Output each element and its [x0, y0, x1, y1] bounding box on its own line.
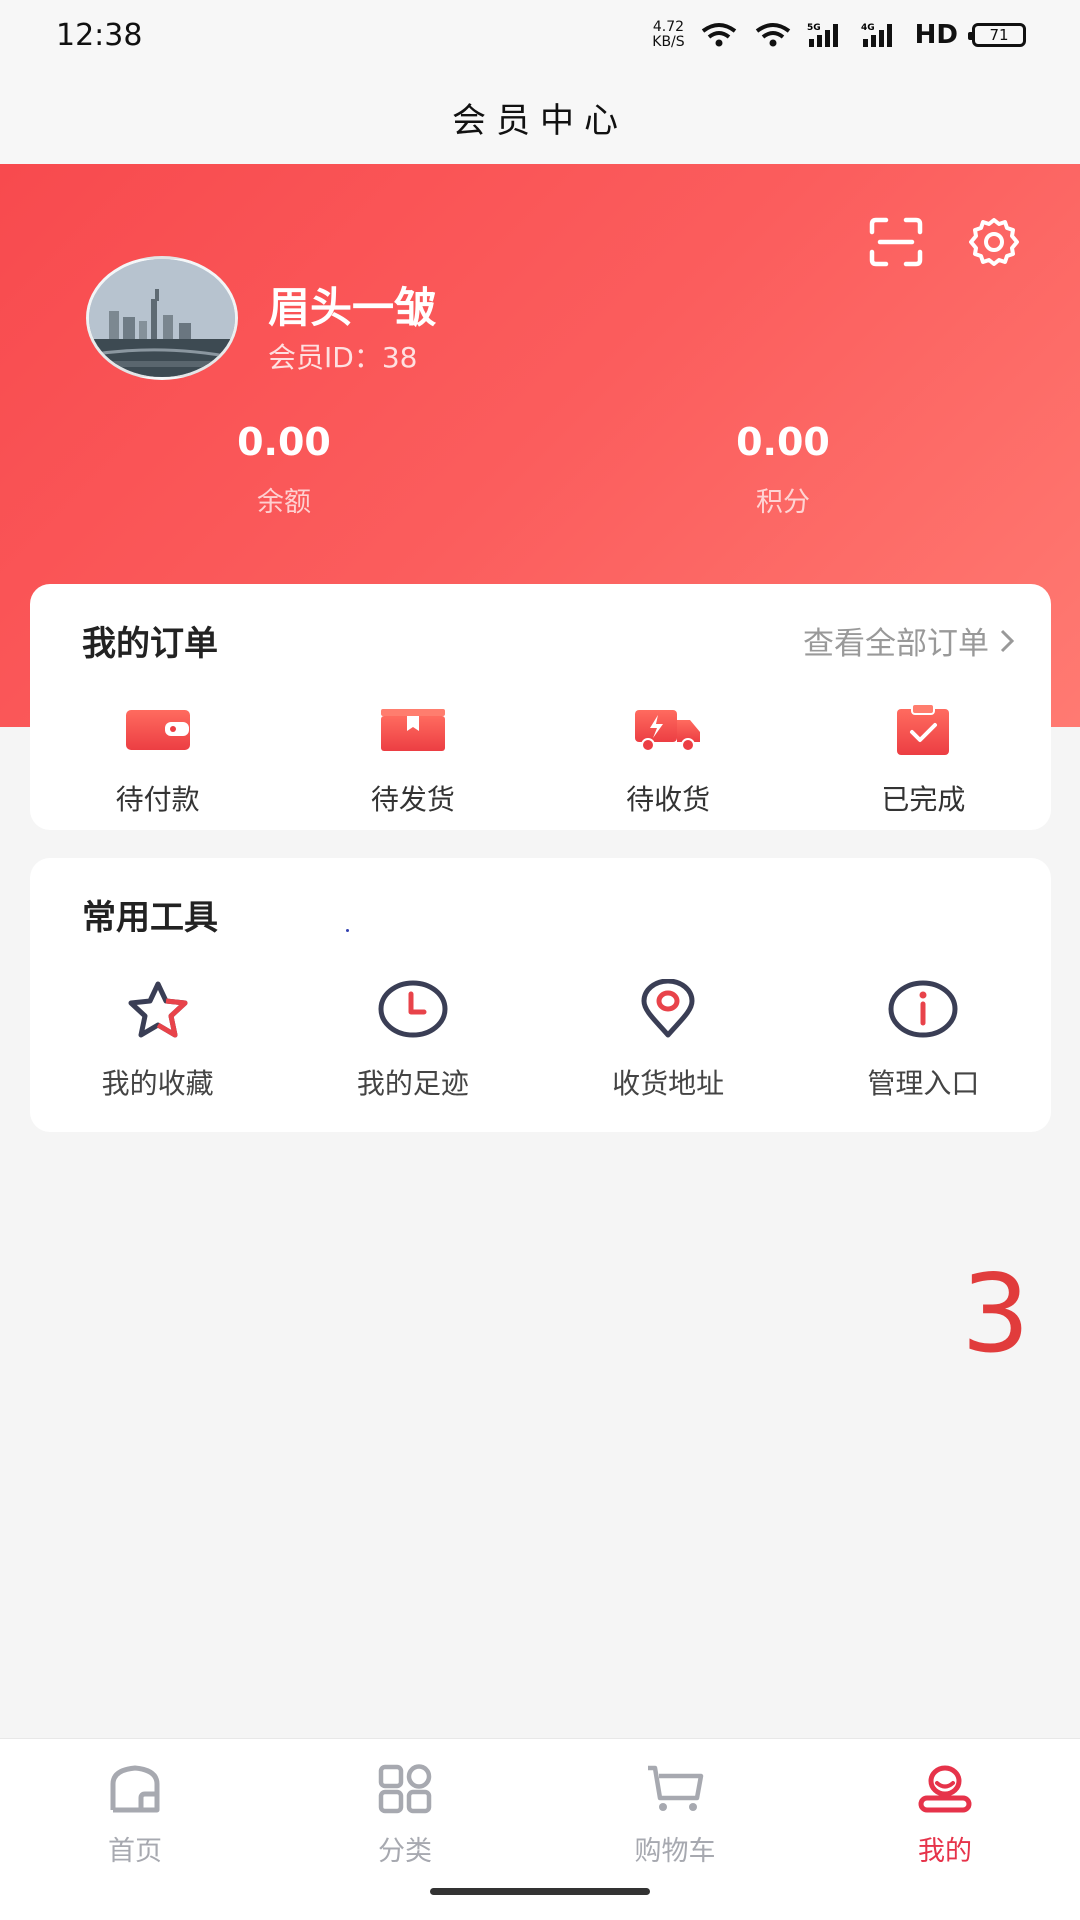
location-pin-icon [633, 978, 703, 1040]
balance-stat[interactable]: 0.00 余额 [184, 420, 384, 519]
view-all-orders-link[interactable]: 查看全部订单 [803, 618, 1015, 663]
nav-label: 首页 [108, 1836, 162, 1867]
points-label: 积分 [756, 487, 810, 518]
wifi-icon [753, 21, 793, 49]
tool-admin-entry[interactable]: 管理入口 [796, 978, 1051, 1102]
page-title: 会员中心 [0, 70, 1080, 164]
tool-item-label: 我的收藏 [101, 1067, 214, 1100]
balance-label: 余额 [257, 487, 311, 518]
home-icon [105, 1761, 165, 1817]
orders-card: 我的订单 查看全部订单 待付款 待发货 待收货 已完成 [30, 584, 1051, 830]
cart-icon [645, 1761, 705, 1817]
network-speed: 4.72 KB/S [652, 19, 685, 50]
user-name: 眉头一皱 [268, 283, 437, 332]
order-pending-payment[interactable]: 待付款 [30, 702, 285, 818]
nav-label: 购物车 [634, 1836, 716, 1867]
truck-icon [633, 702, 703, 758]
member-id: 会员ID：38 [268, 341, 418, 374]
status-icons: 4.72 KB/S 5G 4G HD 71 [652, 20, 1026, 50]
nav-label: 我的 [918, 1836, 972, 1867]
tool-address[interactable]: 收货地址 [541, 978, 796, 1102]
nav-mine[interactable]: 我的 [810, 1739, 1080, 1920]
order-completed[interactable]: 已完成 [796, 702, 1051, 818]
signal-4g-icon: 4G [861, 21, 901, 49]
hd-indicator: HD [914, 20, 958, 50]
info-icon [888, 978, 958, 1040]
header-actions [868, 216, 1022, 268]
order-item-label: 已完成 [881, 783, 966, 816]
points-value: 0.00 [736, 420, 830, 464]
clock-icon [378, 978, 448, 1040]
overlay-number: 3 [961, 1252, 1030, 1377]
orders-title: 我的订单 [82, 624, 218, 664]
order-pending-receipt[interactable]: 待收货 [541, 702, 796, 818]
points-stat[interactable]: 0.00 积分 [683, 420, 883, 519]
tools-title: 常用工具 [82, 898, 218, 938]
clipboard-check-icon [888, 702, 958, 758]
user-icon [915, 1761, 975, 1817]
order-item-label: 待发货 [370, 783, 455, 816]
signal-5g-icon: 5G [807, 21, 847, 49]
order-item-label: 待付款 [115, 783, 200, 816]
wallet-icon [123, 702, 193, 758]
stray-dot [346, 929, 349, 932]
box-icon [378, 702, 448, 758]
order-item-label: 待收货 [626, 783, 711, 816]
status-time: 12:38 [56, 17, 143, 53]
home-indicator [430, 1888, 650, 1895]
tools-card: 常用工具 我的收藏 我的足迹 收货地址 管理入口 [30, 858, 1051, 1132]
avatar[interactable] [86, 256, 238, 380]
balance-value: 0.00 [237, 420, 331, 464]
scan-icon[interactable] [868, 216, 924, 268]
nav-label: 分类 [378, 1836, 432, 1867]
tools-grid: 我的收藏 我的足迹 收货地址 管理入口 [30, 978, 1051, 1102]
tool-footprints[interactable]: 我的足迹 [285, 978, 540, 1102]
tool-favorites[interactable]: 我的收藏 [30, 978, 285, 1102]
gear-icon[interactable] [966, 216, 1022, 268]
grid-icon [375, 1761, 435, 1817]
nav-home[interactable]: 首页 [0, 1739, 270, 1920]
svg-text:4G: 4G [861, 23, 875, 33]
star-icon [123, 978, 193, 1040]
status-bar: 12:38 4.72 KB/S 5G 4G HD 71 [0, 0, 1080, 70]
tool-item-label: 我的足迹 [356, 1067, 469, 1100]
battery-icon: 71 [968, 23, 1026, 47]
tool-item-label: 收货地址 [612, 1067, 725, 1100]
tool-item-label: 管理入口 [867, 1067, 980, 1100]
order-pending-shipment[interactable]: 待发货 [285, 702, 540, 818]
wifi-icon [699, 21, 739, 49]
chevron-right-icon [1000, 629, 1015, 652]
order-status-grid: 待付款 待发货 待收货 已完成 [30, 702, 1051, 818]
svg-text:5G: 5G [807, 23, 821, 33]
